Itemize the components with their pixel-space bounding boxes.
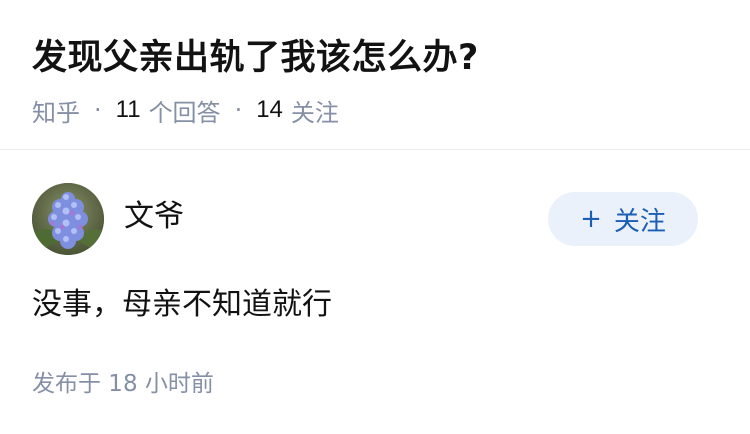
- answers-label: 个回答: [148, 98, 221, 127]
- question-meta: 知乎 · 11 个回答 · 14 关注: [32, 92, 339, 128]
- avatar[interactable]: [32, 183, 104, 255]
- hydrangea-flower-icon: [32, 183, 104, 255]
- meta-separator: ·: [94, 96, 102, 124]
- question-header: 发现父亲出轨了我该怎么办? 知乎 · 11 个回答 · 14 关注: [0, 0, 750, 150]
- follow-button[interactable]: + 关注: [548, 192, 698, 246]
- author-name[interactable]: 文爷: [124, 197, 184, 237]
- answer-item: 文爷 + 关注 没事，母亲不知道就行 发布于 18 小时前: [0, 151, 750, 434]
- follows-label: 关注: [290, 98, 339, 127]
- follows-count: 14: [256, 96, 283, 123]
- plus-icon: +: [580, 204, 602, 234]
- source-label[interactable]: 知乎: [32, 93, 80, 128]
- answers-count: 11: [115, 96, 141, 123]
- question-page: 发现父亲出轨了我该怎么办? 知乎 · 11 个回答 · 14 关注 文爷 + 关…: [0, 0, 750, 434]
- question-title[interactable]: 发现父亲出轨了我该怎么办?: [32, 34, 479, 82]
- answer-content[interactable]: 没事，母亲不知道就行: [32, 283, 332, 327]
- follow-button-label: 关注: [613, 206, 666, 237]
- meta-separator: ·: [234, 96, 243, 124]
- author-row: 文爷 + 关注: [32, 183, 718, 255]
- answer-time: 发布于 18 小时前: [32, 371, 214, 397]
